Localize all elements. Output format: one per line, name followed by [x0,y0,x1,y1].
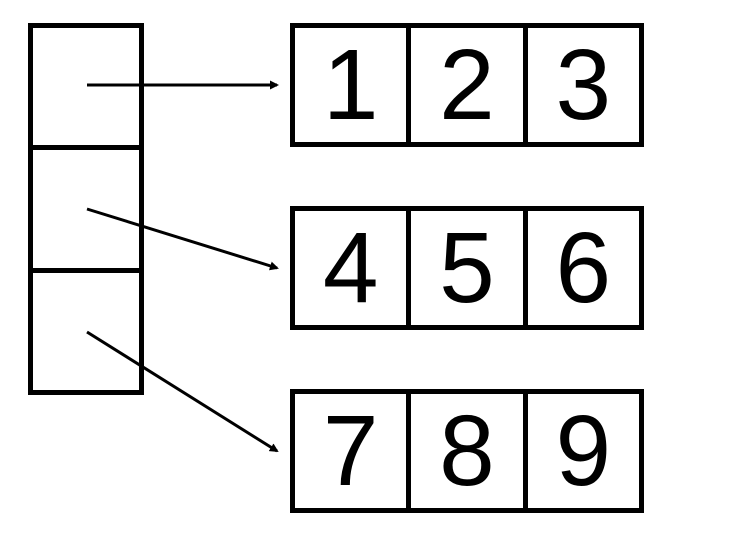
array-cell: 8 [411,394,527,508]
array-cell: 1 [295,28,411,142]
array-cell: 5 [411,211,527,325]
array-cell: 6 [528,211,639,325]
array-cell: 2 [411,28,527,142]
array-row: 1 2 3 [290,23,644,147]
pointer-cell [33,28,139,150]
array-cell: 4 [295,211,411,325]
array-cell: 9 [528,394,639,508]
pointer-cell [33,150,139,272]
array-cell: 7 [295,394,411,508]
pointer-cell [33,273,139,390]
array-cell: 3 [528,28,639,142]
array-row: 4 5 6 [290,206,644,330]
array-row: 7 8 9 [290,389,644,513]
pointer-column [28,23,144,395]
